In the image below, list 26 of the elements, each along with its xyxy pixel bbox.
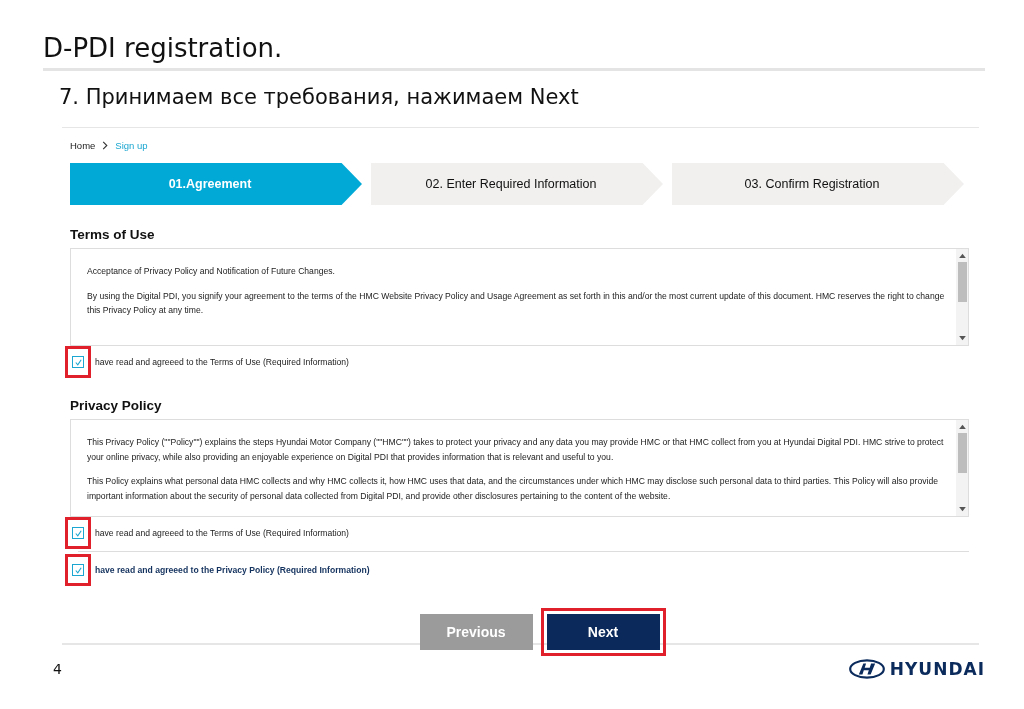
paragraph: Acceptance of Privacy Policy and Notification of Future Changes. bbox=[87, 265, 336, 278]
checkbox[interactable] bbox=[72, 527, 84, 539]
scroll-up-icon[interactable] bbox=[958, 424, 966, 429]
logo-wordmark: HYUNDAI bbox=[889, 659, 985, 679]
scroll-down-icon[interactable] bbox=[958, 507, 966, 512]
next-button[interactable]: Next bbox=[546, 614, 660, 650]
scrollbar[interactable] bbox=[956, 420, 968, 516]
paragraph: This Privacy Policy (""Policy"") explains the steps Hyundai Motor Company (""HMC"") takes to protect your privacy and any data you may provide HMC or that HMC collect from you at Hyundai Digital PDI. HMC strive to protect your online privacy, while also providing an enjoyable experience on Digital PDI that provides information that is relevant and useful to you. bbox=[87, 436, 945, 464]
chevron-icon bbox=[102, 141, 109, 150]
section-heading: Privacy Policy bbox=[70, 398, 162, 413]
scroll-down-icon[interactable] bbox=[958, 336, 966, 341]
section-heading: Terms of Use bbox=[70, 227, 155, 242]
page-number: 4 bbox=[53, 661, 62, 677]
checkbox[interactable] bbox=[72, 356, 84, 368]
scroll-up-icon[interactable] bbox=[958, 253, 966, 258]
paragraph: By using the Digital PDI, you signify your agreement to the terms of the HMC Website Privacy Policy and Usage Agreement as set forth in this and/or the most current update of this document. HMC reserves the right to change this Privacy Policy at any time. bbox=[87, 289, 946, 317]
slide-subtitle: 7. Принимаем все требования, нажимаем Next bbox=[59, 84, 580, 111]
scrollbar[interactable] bbox=[956, 249, 968, 345]
checkbox-label: have read and agreeed to the Terms of Use (Required Information) bbox=[95, 357, 349, 367]
slide-title: D-PDI registration. bbox=[43, 32, 284, 65]
checkbox-label: have read and agreeed to the Terms of Use (Required Information) bbox=[95, 528, 349, 538]
checkbox-label: have read and agreeed to the Privacy Policy (Required Information) bbox=[95, 565, 370, 575]
checkbox[interactable] bbox=[72, 564, 84, 576]
logo-icon bbox=[847, 659, 886, 679]
paragraph: This Policy explains what personal data HMC collects and why HMC collects it, how HMC uses that data, and the circumstances under which HMC may disclose such personal data to third parties. This Policy will also provide important information about the security of personal data collected from Digital PDI, and provide other disclosures pertaining to the content of the website. bbox=[87, 475, 939, 503]
breadcrumb-link[interactable]: Home bbox=[70, 140, 96, 151]
